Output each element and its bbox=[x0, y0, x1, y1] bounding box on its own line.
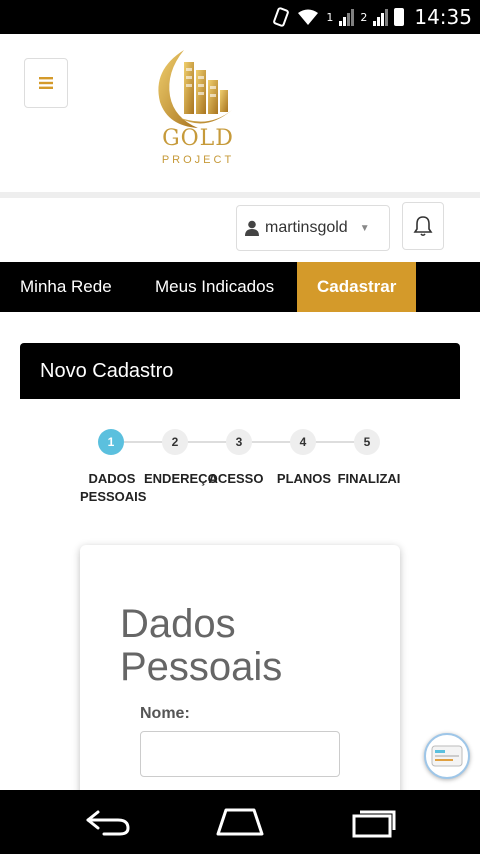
main-nav: Minha Rede Meus Indicados Cadastrar bbox=[0, 262, 480, 312]
form-card: Dados Pessoais Nome: bbox=[80, 545, 400, 805]
wifi-icon bbox=[298, 9, 319, 25]
menu-button[interactable] bbox=[24, 58, 68, 108]
user-dropdown[interactable]: martinsgold ▼ bbox=[236, 205, 390, 251]
nav-item-meus-indicados[interactable]: Meus Indicados bbox=[155, 262, 274, 312]
hamburger-icon bbox=[39, 77, 53, 89]
panel-title: Novo Cadastro bbox=[20, 343, 460, 399]
step-1[interactable]: 1 bbox=[98, 429, 124, 455]
clock: 14:35 bbox=[414, 5, 472, 29]
signal-icon-2 bbox=[373, 8, 389, 26]
name-label: Nome: bbox=[140, 705, 190, 722]
user-icon bbox=[245, 220, 259, 236]
widget-icon bbox=[431, 745, 463, 767]
signal-icon bbox=[339, 8, 355, 26]
form-title-line-2: Pessoais bbox=[120, 645, 283, 689]
floating-widget-button[interactable] bbox=[424, 733, 470, 779]
gold-project-logo bbox=[158, 50, 232, 128]
nav-item-cadastrar[interactable]: Cadastrar bbox=[297, 262, 417, 312]
step-5[interactable]: 5 bbox=[354, 429, 380, 455]
step-3[interactable]: 3 bbox=[226, 429, 252, 455]
sim2-label: 2 bbox=[360, 10, 368, 24]
status-icons: 1 2 14:35 bbox=[272, 0, 472, 34]
caret-down-icon: ▼ bbox=[359, 222, 370, 234]
logo-text-gold: GOLD bbox=[162, 126, 234, 151]
form-title: Dados Pessoais bbox=[120, 603, 282, 689]
form-title-line-1: Dados bbox=[120, 602, 236, 646]
back-icon[interactable] bbox=[84, 806, 132, 838]
home-icon[interactable] bbox=[214, 806, 266, 838]
step-label-3: ACESSO bbox=[208, 471, 264, 486]
header: GOLD PROJECT bbox=[0, 34, 480, 192]
rotate-icon bbox=[273, 7, 290, 27]
step-4[interactable]: 4 bbox=[290, 429, 316, 455]
nav-item-minha-rede[interactable]: Minha Rede bbox=[20, 262, 112, 312]
username: martinsgold bbox=[265, 219, 348, 236]
name-input[interactable] bbox=[140, 731, 340, 777]
logo-text-project: PROJECT bbox=[161, 154, 235, 166]
bell-icon bbox=[413, 216, 433, 237]
sim1-label: 1 bbox=[326, 10, 334, 24]
system-nav-bar bbox=[0, 790, 480, 854]
step-2[interactable]: 2 bbox=[162, 429, 188, 455]
step-label-2: ENDEREÇO bbox=[144, 471, 218, 486]
recent-apps-icon[interactable] bbox=[350, 806, 398, 838]
status-bar: 1 2 14:35 bbox=[0, 0, 480, 34]
user-bar: martinsgold ▼ bbox=[0, 198, 480, 262]
battery-icon bbox=[394, 8, 405, 26]
notifications-button[interactable] bbox=[402, 202, 444, 250]
step-label-5: FINALIZAI bbox=[337, 471, 401, 486]
step-label-1: DADOS PESSOAIS bbox=[80, 471, 147, 504]
step-label-4: PLANOS bbox=[276, 471, 332, 486]
